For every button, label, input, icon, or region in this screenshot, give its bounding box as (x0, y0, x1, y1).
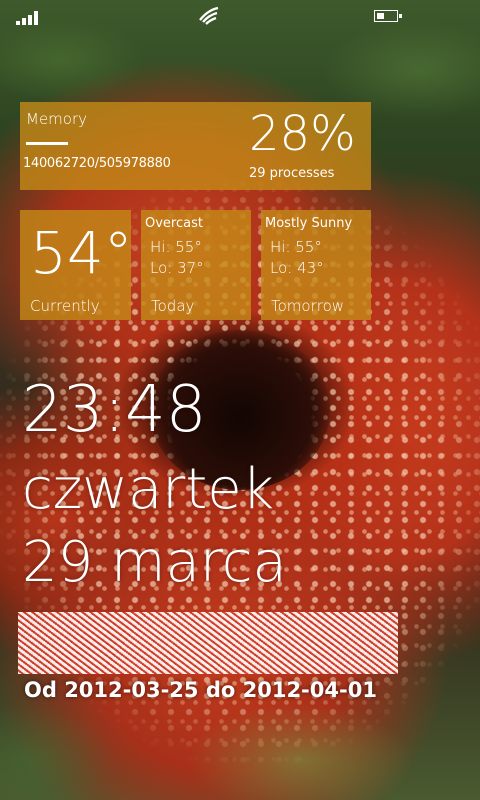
memory-bar (26, 142, 68, 145)
today-low: Lo: 37° (150, 259, 204, 277)
tomorrow-label: Tomorrow (271, 297, 345, 315)
wifi-icon (198, 6, 220, 26)
memory-detail: 140062720/505978880 (23, 156, 171, 171)
today-label: Today (151, 297, 195, 315)
tomorrow-low: Lo: 43° (270, 259, 324, 277)
signal-bars-icon (16, 11, 38, 25)
today-condition: Overcast (145, 216, 203, 231)
battery-fill (377, 13, 384, 19)
tomorrow-condition: Mostly Sunny (265, 216, 353, 231)
today-high: Hi: 55° (150, 238, 202, 256)
status-bar (0, 0, 480, 34)
calendar-range: Od 2012-03-25 do 2012-04-01 (24, 678, 377, 702)
weather-current-tile[interactable]: 54° Currently (20, 210, 133, 320)
current-temperature: 54° (30, 219, 133, 287)
lock-clock: 23:48 (22, 373, 207, 447)
battery-icon (374, 10, 402, 22)
current-label: Currently (30, 297, 100, 315)
process-count: 29 processes (249, 166, 335, 181)
weather-tomorrow-tile[interactable]: Mostly Sunny Hi: 55° Lo: 43° Tomorrow (261, 210, 371, 320)
weather-today-tile[interactable]: Overcast Hi: 55° Lo: 37° Today (141, 210, 251, 320)
lock-date: 29 marca (22, 530, 287, 595)
memory-percent: 28% (249, 106, 356, 162)
redacted-area (18, 612, 398, 674)
memory-tile[interactable]: Memory 140062720/505978880 28% 29 proces… (20, 102, 371, 190)
tomorrow-high: Hi: 55° (270, 238, 322, 256)
lock-weekday: czwartek (22, 457, 275, 522)
memory-title: Memory (26, 110, 88, 128)
